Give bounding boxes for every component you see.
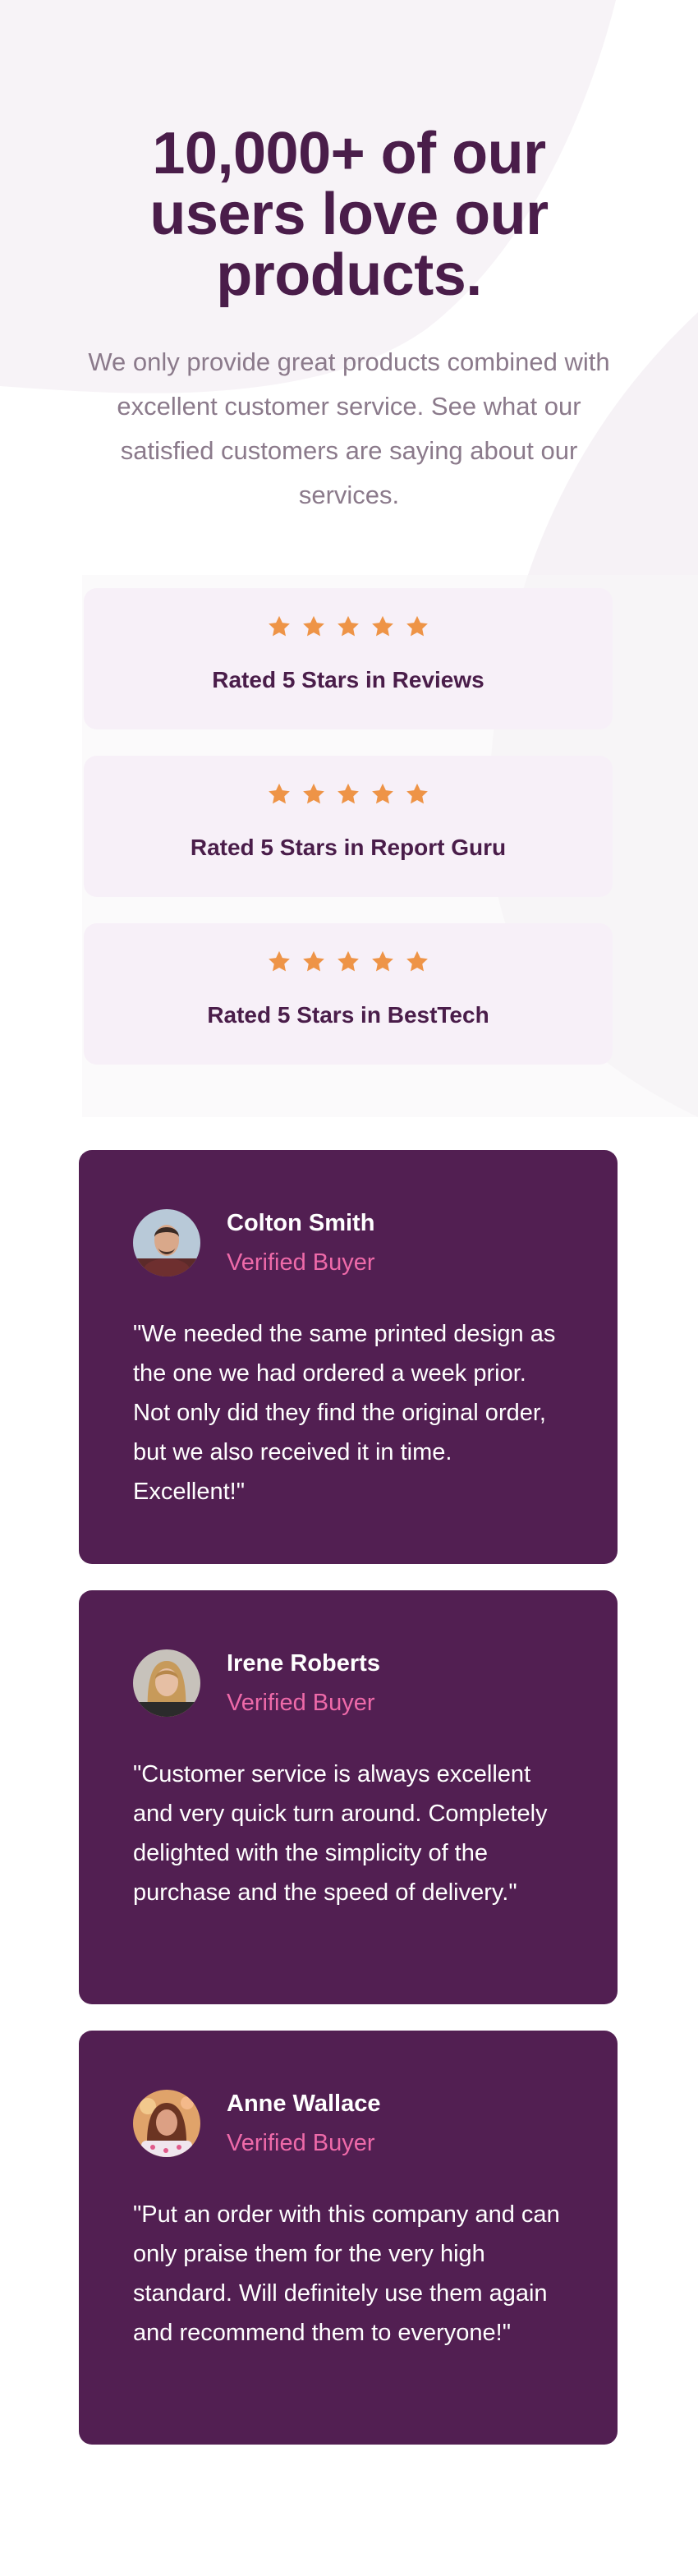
avatar <box>133 1209 200 1276</box>
author-role: Verified Buyer <box>227 1249 375 1276</box>
rating-card: Rated 5 Stars in Report Guru <box>84 756 613 897</box>
rating-label: Rated 5 Stars in Report Guru <box>190 835 507 860</box>
page-title: 10,000+ of our users love our products. <box>0 123 698 306</box>
star-icon <box>372 783 393 804</box>
star-icon <box>406 615 428 637</box>
avatar-image <box>133 1649 200 1717</box>
rating-label: Rated 5 Stars in Reviews <box>212 667 484 692</box>
testimonial-card: Irene Roberts Verified Buyer "Customer s… <box>79 1590 618 2004</box>
star-icon <box>269 615 290 637</box>
star-rating <box>84 950 613 974</box>
author-role: Verified Buyer <box>227 2130 375 2156</box>
star-rating <box>84 782 613 807</box>
testimonials-list: Colton Smith Verified Buyer "We needed t… <box>79 1150 618 2471</box>
rating-label: Rated 5 Stars in BestTech <box>207 1002 489 1028</box>
title-line-3: products. <box>216 242 482 308</box>
star-icon <box>406 783 428 804</box>
star-icon <box>372 950 393 972</box>
title-line-2: users love our <box>149 182 549 247</box>
rating-card: Rated 5 Stars in BestTech <box>84 923 613 1065</box>
testimonial-header: Anne Wallace Verified Buyer <box>133 2090 563 2157</box>
testimonial-header: Colton Smith Verified Buyer <box>133 1209 563 1276</box>
avatar <box>133 2090 200 2157</box>
author-name: Anne Wallace <box>227 2091 381 2117</box>
testimonial-author: Anne Wallace Verified Buyer <box>227 2087 380 2160</box>
star-icon <box>303 783 324 804</box>
testimonial-card: Colton Smith Verified Buyer "We needed t… <box>79 1150 618 1564</box>
star-icon <box>338 950 359 972</box>
avatar-image <box>133 1209 200 1276</box>
star-icon <box>372 615 393 637</box>
testimonial-quote: "We needed the same printed design as th… <box>133 1321 556 1505</box>
title-line-1: 10,000+ of our <box>152 121 546 186</box>
avatar-image <box>133 2090 200 2157</box>
avatar <box>133 1649 200 1717</box>
star-icon <box>269 950 290 972</box>
star-icon <box>303 615 324 637</box>
rating-card: Rated 5 Stars in Reviews <box>84 588 613 729</box>
page-description: We only provide great products combined … <box>88 347 610 509</box>
author-role: Verified Buyer <box>227 1690 375 1716</box>
ratings-list: Rated 5 Stars in Reviews Rated 5 Stars i… <box>84 588 613 1091</box>
testimonial-header: Irene Roberts Verified Buyer <box>133 1649 563 1717</box>
testimonial-author: Colton Smith Verified Buyer <box>227 1207 375 1279</box>
star-icon <box>303 950 324 972</box>
star-icon <box>406 950 428 972</box>
star-rating <box>84 614 613 639</box>
testimonial-quote: "Customer service is always excellent an… <box>133 1761 548 1906</box>
testimonial-card: Anne Wallace Verified Buyer "Put an orde… <box>79 2031 618 2445</box>
testimonial-quote: "Put an order with this company and can … <box>133 2201 560 2346</box>
star-icon <box>338 783 359 804</box>
testimonial-author: Irene Roberts Verified Buyer <box>227 1647 380 1719</box>
star-icon <box>269 783 290 804</box>
author-name: Irene Roberts <box>227 1650 380 1677</box>
star-icon <box>338 615 359 637</box>
author-name: Colton Smith <box>227 1210 375 1236</box>
